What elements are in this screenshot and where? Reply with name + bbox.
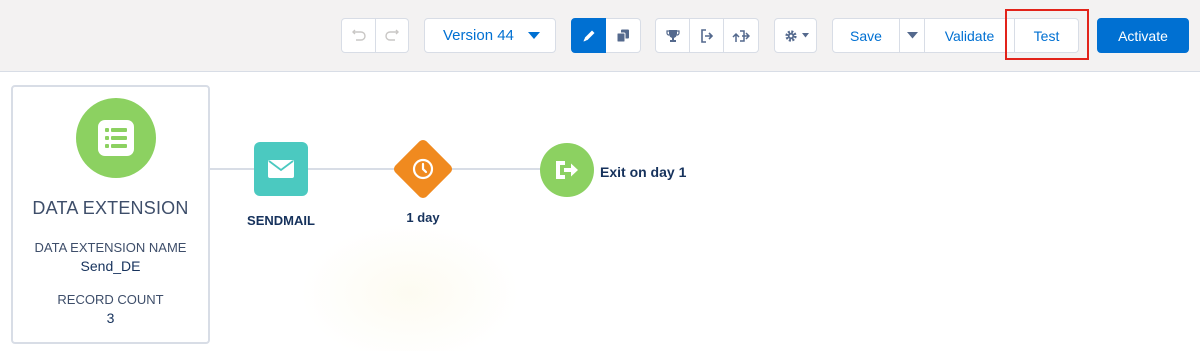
exit-icon [556, 161, 578, 179]
chevron-down-icon [527, 31, 540, 39]
journey-canvas: DATA EXTENSION DATA EXTENSION NAME Send_… [0, 73, 1200, 351]
save-options-button[interactable] [900, 18, 925, 53]
chevron-down-icon [801, 33, 809, 38]
canvas-glow [300, 223, 520, 351]
validate-label: Validate [944, 27, 995, 44]
entry-source-icon-circle [76, 98, 156, 178]
activate-label: Activate [1118, 27, 1168, 44]
journey-toolbar: Version 44 Save Validate Test Activate [0, 0, 1200, 72]
record-count-value: 3 [106, 310, 115, 326]
redo-button[interactable] [376, 18, 409, 53]
trophy-icon [665, 29, 680, 42]
export-button[interactable] [724, 18, 759, 53]
activate-button[interactable]: Activate [1097, 18, 1189, 53]
connector-line [446, 168, 542, 170]
settings-button[interactable] [774, 18, 817, 53]
entry-source-title: DATA EXTENSION [32, 198, 189, 218]
entry-source-card[interactable]: DATA EXTENSION DATA EXTENSION NAME Send_… [11, 85, 210, 344]
wait-activity-label: 1 day [406, 210, 440, 225]
exit-icon [700, 28, 713, 43]
chevron-down-icon [906, 32, 918, 39]
record-count-label: RECORD COUNT [57, 292, 164, 307]
export-icon [732, 29, 750, 42]
exit-criteria-button[interactable] [690, 18, 724, 53]
exit-node-label: Exit on day 1 [600, 164, 687, 180]
email-activity-node[interactable] [254, 142, 308, 196]
pencil-icon [583, 30, 594, 41]
save-label: Save [850, 27, 882, 44]
redo-icon [385, 29, 399, 41]
version-dropdown[interactable]: Version 44 [424, 18, 556, 53]
save-button[interactable]: Save [832, 18, 900, 53]
undo-button[interactable] [341, 18, 376, 53]
list-icon [98, 120, 134, 156]
test-highlight-box [1005, 9, 1089, 60]
gear-icon [784, 29, 797, 42]
goal-button[interactable] [655, 18, 690, 53]
data-extension-name-value: Send_DE [80, 258, 141, 274]
exit-node[interactable] [540, 143, 594, 197]
wait-activity-icon-wrap [401, 147, 445, 191]
validate-button[interactable]: Validate [925, 18, 1015, 53]
version-label: Version 44 [443, 27, 514, 44]
email-activity-label: SENDMAIL [247, 213, 315, 228]
undo-icon [351, 29, 366, 41]
connector-line [308, 168, 400, 170]
connector-line [210, 168, 254, 170]
copy-button[interactable] [606, 18, 641, 53]
copy-icon [616, 29, 629, 42]
envelope-icon [268, 160, 294, 178]
edit-mode-button[interactable] [571, 18, 606, 53]
data-extension-name-label: DATA EXTENSION NAME [34, 240, 187, 255]
clock-icon [412, 158, 434, 180]
